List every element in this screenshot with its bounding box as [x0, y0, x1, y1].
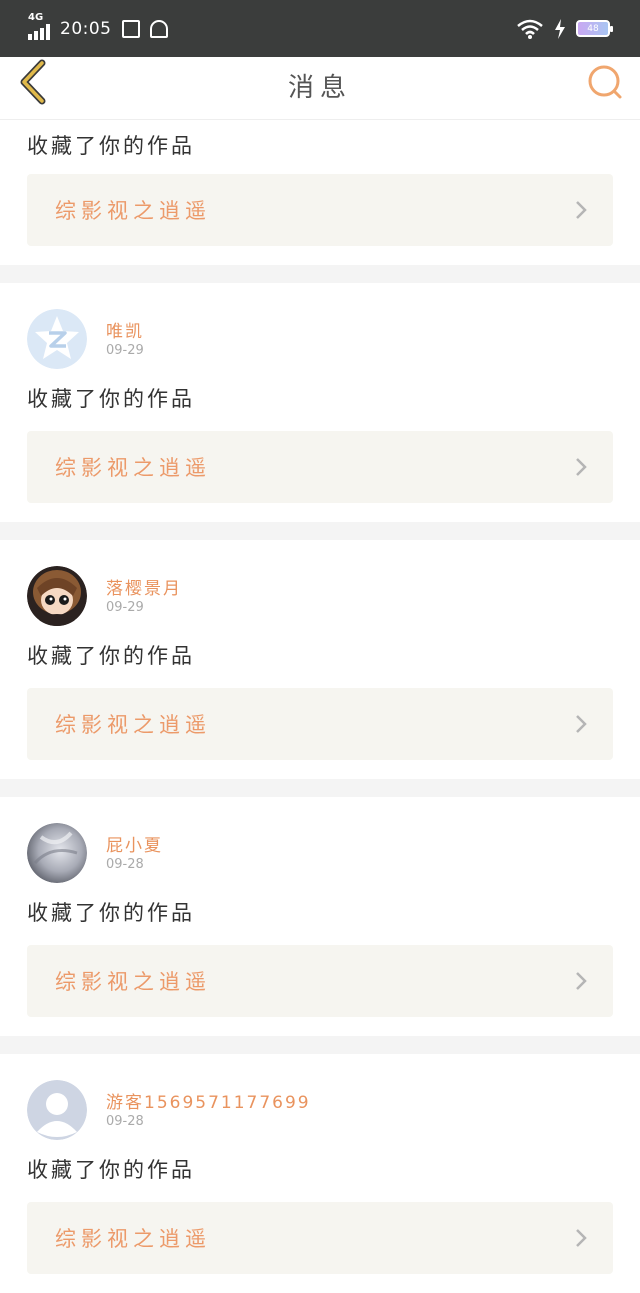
charging-icon [554, 18, 566, 39]
chevron-right-icon [576, 458, 587, 476]
action-text: 收藏了你的作品 [27, 644, 195, 668]
chevron-right-icon [576, 1229, 587, 1247]
action-text: 收藏了你的作品 [27, 134, 195, 158]
battery-icon: 48 [576, 20, 613, 37]
status-left: 4G 20:05 [28, 12, 168, 40]
clock: 20:05 [60, 18, 112, 39]
storage-icon [149, 19, 168, 38]
username[interactable]: 落樱景月 [106, 574, 182, 599]
work-title: 综影视之逍遥 [55, 1227, 211, 1251]
notification-item: 收藏了你的作品 综影视之逍遥 [0, 120, 640, 265]
username[interactable]: 游客1569571177699 [106, 1088, 311, 1113]
work-link[interactable]: 综影视之逍遥 [27, 945, 613, 1017]
wifi-icon [516, 18, 544, 40]
notification-list: 收藏了你的作品 综影视之逍遥 唯凯 09-29 收藏了你的作品 综影视之逍遥 落… [0, 120, 640, 1293]
date: 09-29 [106, 600, 144, 615]
avatar[interactable] [27, 1080, 87, 1140]
network-type: 4G [28, 11, 44, 23]
date: 09-28 [106, 857, 144, 872]
username[interactable]: 屁小夏 [106, 831, 163, 856]
work-link[interactable]: 综影视之逍遥 [27, 688, 613, 760]
action-text: 收藏了你的作品 [27, 387, 195, 411]
status-right: 48 [516, 18, 613, 40]
notification-item: 游客1569571177699 09-28 收藏了你的作品 综影视之逍遥 [0, 1054, 640, 1293]
search-icon[interactable] [587, 64, 623, 100]
divider [0, 265, 640, 283]
notification-icon [121, 19, 140, 38]
date: 09-29 [106, 343, 144, 358]
divider [0, 522, 640, 540]
status-bar: 4G 20:05 48 [0, 0, 640, 57]
battery-level: 48 [587, 23, 599, 34]
avatar[interactable] [27, 566, 87, 626]
notification-item: 唯凯 09-29 收藏了你的作品 综影视之逍遥 [0, 283, 640, 522]
title-bar: 消息 [0, 57, 640, 120]
avatar[interactable] [27, 309, 87, 369]
divider [0, 779, 640, 797]
chevron-right-icon [576, 201, 587, 219]
work-link[interactable]: 综影视之逍遥 [27, 1202, 613, 1274]
work-link[interactable]: 综影视之逍遥 [27, 431, 613, 503]
notification-item: 落樱景月 09-29 收藏了你的作品 综影视之逍遥 [0, 540, 640, 779]
avatar[interactable] [27, 823, 87, 883]
page-title: 消息 [287, 73, 352, 103]
action-text: 收藏了你的作品 [27, 1158, 195, 1182]
username[interactable]: 唯凯 [106, 317, 144, 342]
work-link[interactable]: 综影视之逍遥 [27, 174, 613, 246]
chevron-right-icon [576, 972, 587, 990]
work-title: 综影视之逍遥 [55, 456, 211, 480]
chevron-right-icon [576, 715, 587, 733]
work-title: 综影视之逍遥 [55, 199, 211, 223]
divider [0, 1036, 640, 1054]
work-title: 综影视之逍遥 [55, 713, 211, 737]
signal-icon: 4G [28, 12, 50, 40]
notification-item: 屁小夏 09-28 收藏了你的作品 综影视之逍遥 [0, 797, 640, 1036]
work-title: 综影视之逍遥 [55, 970, 211, 994]
action-text: 收藏了你的作品 [27, 901, 195, 925]
date: 09-28 [106, 1114, 144, 1129]
